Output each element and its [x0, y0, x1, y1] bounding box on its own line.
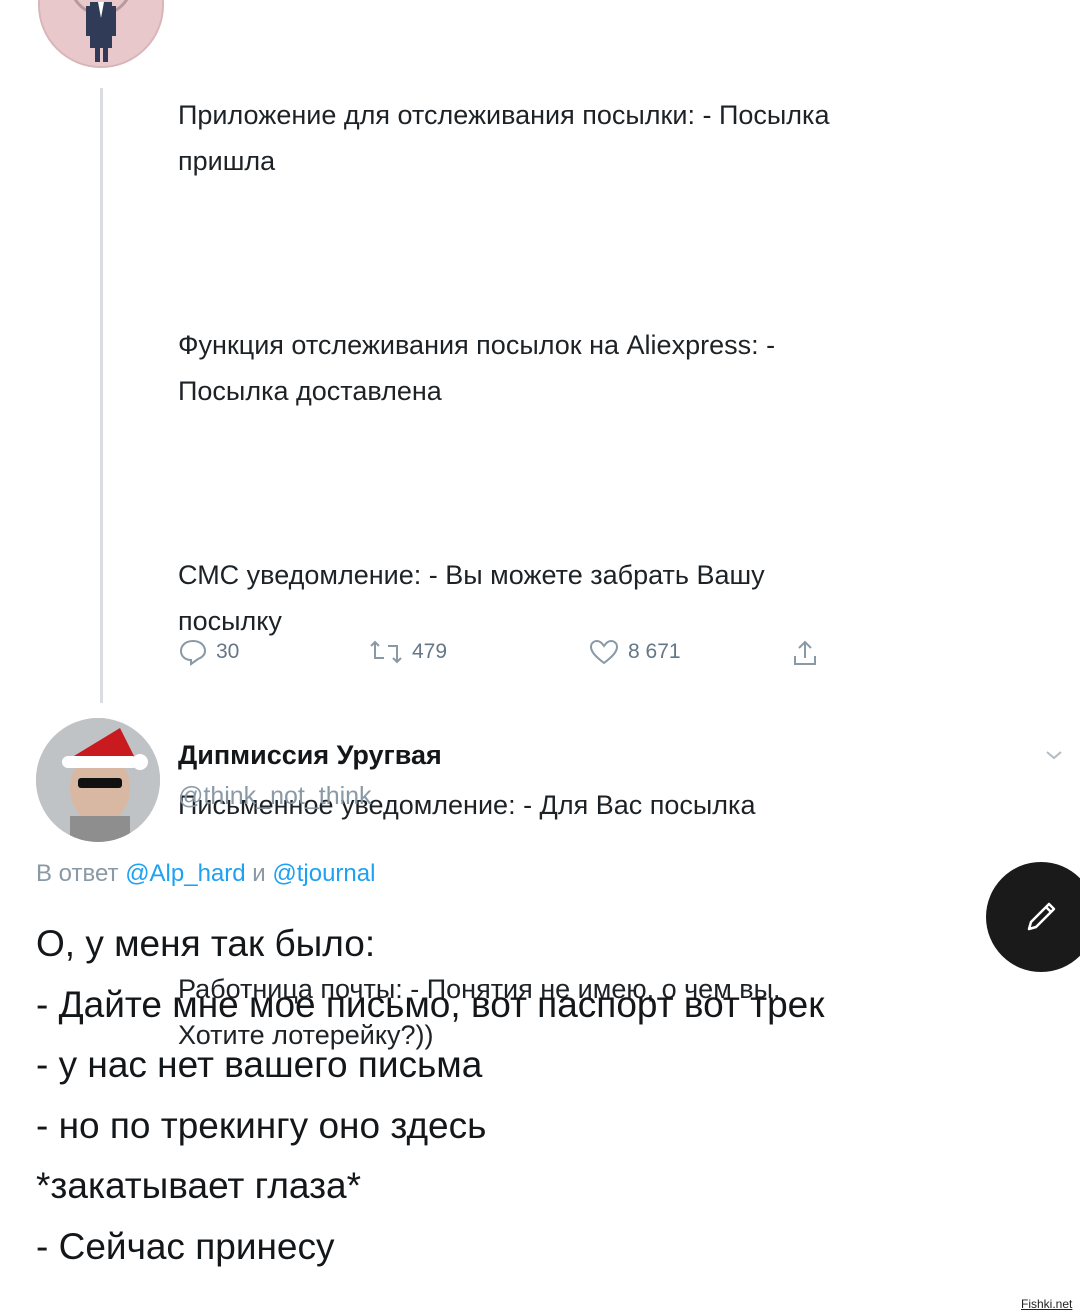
share-icon [794, 640, 816, 665]
author-handle[interactable]: @think_not_think [178, 782, 372, 811]
tweet1-paragraph: Функция отслеживания посылок на Aliexpre… [178, 330, 776, 406]
reply-prefix: В ответ [36, 860, 119, 887]
tweet1-action-bar: 30 479 8 671 [178, 638, 838, 674]
tweet1-avatar[interactable] [38, 0, 164, 68]
man-in-suit-avatar-icon [40, 0, 162, 66]
tweet2-line: - но по трекингу оно здесь [36, 1104, 487, 1146]
tweet1-paragraph: Приложение для отслеживания посылки: - П… [178, 100, 830, 176]
mention-link[interactable]: @tjournal [272, 860, 375, 887]
retweet-icon [370, 640, 402, 664]
tweet1-paragraph: СМС уведомление: - Вы можете забрать Ваш… [178, 560, 765, 636]
tweet2-line: - Дайте мне мое письмо, вот паспорт вот … [36, 983, 825, 1025]
tweet2-body: О, у меня так было: - Дайте мне мое пись… [36, 914, 1036, 1277]
reply-joiner: и [252, 860, 266, 887]
retweet-count: 479 [412, 640, 448, 663]
more-options-button[interactable] [1044, 748, 1064, 767]
reply-icon [179, 639, 207, 666]
mention-link[interactable]: @Alp_hard [125, 860, 245, 887]
tweet2-line: О, у меня так было: [36, 923, 376, 964]
like-count: 8 671 [628, 640, 681, 663]
heart-icon [589, 639, 619, 665]
reply-button[interactable]: 30 [178, 638, 239, 666]
watermark-label: Fishki.net [1018, 1296, 1076, 1312]
tweet2-line: *закатывает глаза* [36, 1165, 362, 1206]
author-name[interactable]: Дипмиссия Уругвая [178, 740, 442, 771]
share-button[interactable] [790, 638, 820, 668]
retweet-button[interactable]: 479 [368, 638, 447, 666]
reply-context: В ответ @Alp_hard и @tjournal [36, 860, 375, 888]
thread-connector-line [100, 88, 103, 703]
tweet2-line: - Сейчас принесу [36, 1225, 335, 1267]
tweet2-line: - у нас нет вашего письма [36, 1044, 483, 1085]
pencil-icon [1027, 902, 1056, 931]
tweet2-avatar[interactable] [36, 718, 160, 842]
chevron-down-icon [1046, 751, 1062, 760]
santa-hat-man-avatar-icon [36, 718, 160, 842]
reply-count: 30 [216, 640, 240, 663]
like-button[interactable]: 8 671 [588, 638, 681, 666]
